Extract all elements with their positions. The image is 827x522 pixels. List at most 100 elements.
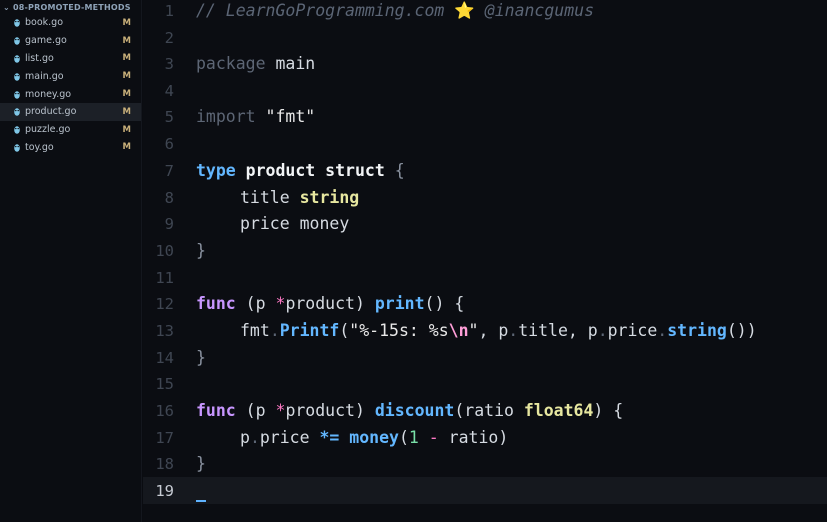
code-line: 9 price money xyxy=(143,210,827,237)
string-literal: " xyxy=(468,321,479,340)
arguments: , p xyxy=(478,321,509,340)
code-line: 4 xyxy=(143,77,827,104)
code-line: 11 xyxy=(143,264,827,291)
code-line: 2 xyxy=(143,24,827,51)
arguments: title, p xyxy=(518,321,598,340)
text-cursor xyxy=(196,500,206,502)
line-number: 14 xyxy=(155,348,174,367)
dot: . xyxy=(508,321,519,340)
line-content: import "fmt" xyxy=(196,107,315,126)
gopher-file-icon xyxy=(14,54,20,63)
comment-author: @inancgumus xyxy=(474,0,595,20)
gopher-file-icon xyxy=(14,18,20,28)
punctuation: () { xyxy=(424,294,465,313)
gopher-file-icon xyxy=(14,125,20,134)
gopher-file-icon xyxy=(14,107,20,117)
number-literal: 1 xyxy=(408,428,419,447)
chevron-down-icon: ⌄ xyxy=(3,2,10,12)
receiver-type: product) xyxy=(285,294,365,313)
type: string xyxy=(289,188,360,207)
explorer-sidebar: ⌄ 08-PROMOTED-METHODS book.go M game.go … xyxy=(0,0,142,522)
brace: } xyxy=(196,241,206,260)
identifier: title xyxy=(240,188,290,207)
keyword: func xyxy=(196,401,236,420)
punctuation: ( xyxy=(398,428,409,447)
file-item[interactable]: main.go M xyxy=(0,67,141,85)
file-item[interactable]: product.go M xyxy=(0,102,141,121)
function-name: discount xyxy=(364,401,455,420)
line-content: package main xyxy=(196,54,315,73)
keyword: import xyxy=(196,107,256,126)
code-line: 15 xyxy=(143,370,827,397)
brace: } xyxy=(196,348,206,367)
code-line: 13 fmt.Printf("%-15s: %s\n", p.title, p.… xyxy=(143,317,827,344)
gopher-file-icon xyxy=(14,90,20,99)
function-name: money xyxy=(339,428,399,447)
keyword: struct xyxy=(315,161,385,180)
escape-sequence: \n xyxy=(448,321,469,340)
line-content: func (p *product) print() { xyxy=(196,294,464,313)
brace: { xyxy=(384,161,405,180)
line-number: 12 xyxy=(155,294,174,313)
line-number: 3 xyxy=(164,54,174,73)
punctuation: (ratio xyxy=(454,401,524,420)
line-number: 15 xyxy=(155,374,174,393)
code-line: 1 // LearnGoProgramming.com ⭐ @inancgumu… xyxy=(143,0,827,24)
dot: . xyxy=(597,321,608,340)
line-content: price money xyxy=(240,214,349,233)
code-line: 18 } xyxy=(143,450,827,477)
code-line-current: 19 xyxy=(143,477,827,504)
line-number: 2 xyxy=(164,28,174,47)
folder-name: 08-PROMOTED-METHODS xyxy=(13,2,131,12)
identifier: main xyxy=(265,54,316,73)
line-number: 10 xyxy=(155,241,174,260)
operator: *= xyxy=(319,428,340,447)
file-item[interactable]: book.go M xyxy=(0,14,141,32)
gopher-file-icon xyxy=(14,143,20,152)
modified-badge: M xyxy=(122,106,131,117)
code-line: 6 xyxy=(143,130,827,157)
receiver-type: product) xyxy=(285,401,365,420)
function-name: Printf xyxy=(279,321,340,340)
identifier: ratio) xyxy=(448,428,509,447)
line-number: 4 xyxy=(164,81,174,100)
identifier: product xyxy=(235,161,316,180)
file-item[interactable]: game.go M xyxy=(0,32,141,50)
code-line: 10 } xyxy=(143,237,827,264)
modified-badge: M xyxy=(122,17,131,28)
string-literal: "fmt" xyxy=(255,107,316,126)
modified-badge: M xyxy=(122,124,131,135)
string-literal: "%-15s: %s xyxy=(349,321,449,340)
line-number: 8 xyxy=(164,188,174,207)
file-item[interactable]: toy.go M xyxy=(0,139,141,157)
line-number: 19 xyxy=(155,481,174,500)
brace: } xyxy=(196,454,206,473)
dot: . xyxy=(249,428,260,447)
keyword: func xyxy=(196,294,236,313)
modified-badge: M xyxy=(122,71,131,82)
code-line: 7 type product struct { xyxy=(143,157,827,184)
modified-badge: M xyxy=(122,53,131,64)
file-item[interactable]: list.go M xyxy=(0,50,141,68)
line-number: 13 xyxy=(155,321,174,340)
folder-header[interactable]: ⌄ 08-PROMOTED-METHODS xyxy=(0,0,141,14)
identifier: price money xyxy=(240,214,350,233)
line-content: } xyxy=(196,454,206,473)
file-item[interactable]: money.go M xyxy=(0,85,141,103)
type: float64 xyxy=(523,401,594,420)
line-number: 16 xyxy=(155,401,174,420)
code-line: 5 import "fmt" xyxy=(143,103,827,130)
receiver: (p xyxy=(235,401,276,420)
modified-badge: M xyxy=(122,89,131,100)
line-content: func (p *product) discount(ratio float64… xyxy=(196,401,623,420)
file-list: book.go M game.go M list.go M main.go M … xyxy=(0,14,141,156)
modified-badge: M xyxy=(122,142,131,153)
line-number: 7 xyxy=(164,161,174,180)
punctuation: ()) xyxy=(726,321,757,340)
operator: * xyxy=(275,294,286,313)
package-name: fmt xyxy=(240,321,270,340)
file-item[interactable]: puzzle.go M xyxy=(0,121,141,139)
modified-badge: M xyxy=(122,35,131,46)
code-editor[interactable]: 1 // LearnGoProgramming.com ⭐ @inancgumu… xyxy=(143,0,827,522)
keyword: type xyxy=(196,161,236,180)
